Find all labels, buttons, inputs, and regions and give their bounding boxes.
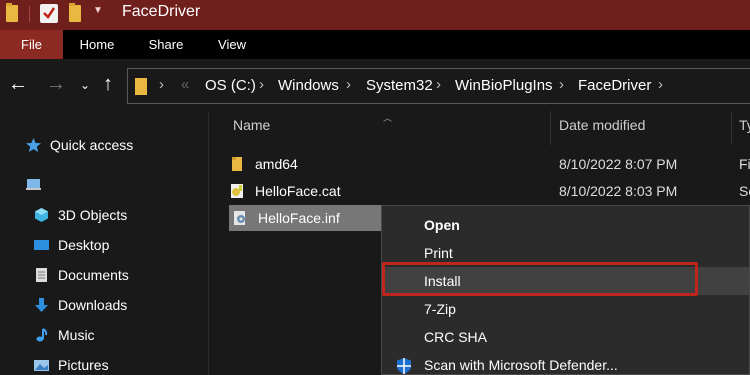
list-item[interactable]: HelloFace.cat 8/10/2022 8:03 PM Se xyxy=(229,178,750,204)
chevron-right-icon[interactable]: › xyxy=(159,76,164,93)
chevron-right-icon[interactable]: › xyxy=(559,76,564,93)
column-divider[interactable] xyxy=(731,111,732,145)
microsoft-defender-shield-icon xyxy=(395,356,413,374)
tab-home[interactable]: Home xyxy=(66,30,128,59)
breadcrumb-os-c[interactable]: OS (C:) xyxy=(205,77,256,94)
tab-view[interactable]: View xyxy=(202,30,262,59)
file-name: amd64 xyxy=(255,156,298,172)
window-title: FaceDriver xyxy=(122,3,201,20)
new-folder-icon[interactable] xyxy=(69,3,81,22)
breadcrumb-winbioplugins[interactable]: WinBioPlugIns xyxy=(455,77,553,94)
documents-icon xyxy=(33,267,50,283)
breadcrumb-system32[interactable]: System32 xyxy=(366,77,433,94)
menu-item-label: Scan with Microsoft Defender... xyxy=(424,357,618,373)
sidebar-item-downloads[interactable]: Downloads xyxy=(33,294,127,316)
folder-icon xyxy=(229,156,245,172)
folder-icon xyxy=(6,3,18,22)
breadcrumb-facedriver[interactable]: FaceDriver xyxy=(578,77,651,94)
music-icon xyxy=(33,327,50,343)
install-highlight-outline xyxy=(382,262,698,296)
chevron-right-icon[interactable]: › xyxy=(436,76,441,93)
forward-arrow-icon[interactable]: → xyxy=(46,73,66,96)
sidebar-item-label: Music xyxy=(58,327,95,343)
file-name: HelloFace.inf xyxy=(258,210,340,226)
breadcrumb-windows[interactable]: Windows xyxy=(278,77,339,94)
file-date: 8/10/2022 8:03 PM xyxy=(559,183,678,199)
column-header-name[interactable]: Name xyxy=(233,117,270,133)
file-name: HelloFace.cat xyxy=(255,183,341,199)
sidebar-item-desktop[interactable]: Desktop xyxy=(33,234,109,256)
sidebar-item-documents[interactable]: Documents xyxy=(33,264,129,286)
downloads-icon xyxy=(33,297,50,313)
address-bar[interactable]: › « OS (C:) › Windows › System32 › WinBi… xyxy=(127,68,750,104)
sidebar-item-3d-objects[interactable]: 3D Objects xyxy=(33,204,127,226)
folder-icon xyxy=(135,78,147,95)
file-type: Se xyxy=(739,183,750,199)
up-arrow-icon[interactable]: ↑ xyxy=(103,73,113,96)
sidebar-item-label: Pictures xyxy=(58,357,109,373)
menu-item-scan-defender[interactable]: Scan with Microsoft Defender... xyxy=(382,351,749,375)
star-icon xyxy=(25,137,42,153)
chevron-right-icon[interactable]: › xyxy=(346,76,351,93)
tab-share[interactable]: Share xyxy=(134,30,198,59)
sidebar-item-label: Quick access xyxy=(50,137,134,153)
this-pc-icon xyxy=(25,177,42,193)
pictures-icon xyxy=(33,357,50,373)
setup-info-file-icon xyxy=(232,210,248,226)
properties-check-icon[interactable] xyxy=(40,4,58,23)
ribbon: File Home Share View xyxy=(0,30,750,59)
quick-access-separator xyxy=(29,6,30,22)
customize-toolbar-chevron-icon[interactable]: ▼ xyxy=(93,5,103,16)
column-header-date-modified[interactable]: Date modified xyxy=(559,117,645,133)
catalog-file-icon xyxy=(229,183,245,199)
title-bar: ▼ FaceDriver xyxy=(0,0,750,30)
menu-item-open[interactable]: Open xyxy=(382,211,749,239)
sidebar-item-pictures[interactable]: Pictures xyxy=(33,354,109,375)
back-arrow-icon[interactable]: ← xyxy=(8,73,28,96)
sidebar-item-label: Desktop xyxy=(58,237,110,253)
file-date: 8/10/2022 8:07 PM xyxy=(559,156,678,172)
recent-locations-chevron-icon[interactable]: ⌄ xyxy=(80,78,90,92)
desktop-icon xyxy=(33,237,50,253)
menu-item-7-zip[interactable]: 7-Zip xyxy=(382,295,749,323)
sidebar-item-label: 3D Objects xyxy=(58,207,128,223)
list-item-selected[interactable]: HelloFace.inf xyxy=(229,205,383,231)
navigation-pane: Quick access 3D Objects Desktop Document… xyxy=(0,111,208,375)
chevron-right-icon[interactable]: › xyxy=(259,76,264,93)
list-item[interactable]: amd64 8/10/2022 8:07 PM Fi xyxy=(229,151,750,177)
sidebar-item-quick-access[interactable]: Quick access xyxy=(25,134,133,156)
overflow-chevron-icon: « xyxy=(181,76,190,93)
file-type: Fi xyxy=(739,156,750,172)
sidebar-item-this-pc[interactable] xyxy=(25,174,50,196)
tab-file[interactable]: File xyxy=(0,30,63,59)
chevron-right-icon[interactable]: › xyxy=(658,76,663,93)
column-header-type[interactable]: Ty xyxy=(739,117,750,133)
sidebar-item-label: Downloads xyxy=(58,297,128,313)
menu-item-crc-sha[interactable]: CRC SHA xyxy=(382,323,749,351)
column-divider[interactable] xyxy=(550,111,551,145)
3d-objects-icon xyxy=(33,207,50,223)
sort-ascending-icon: ︿ xyxy=(383,113,393,123)
sidebar-item-music[interactable]: Music xyxy=(33,324,95,346)
sidebar-item-label: Documents xyxy=(58,267,129,283)
navigation-bar: ← → ⌄ ↑ › « OS (C:) › Windows › System32… xyxy=(0,59,750,111)
